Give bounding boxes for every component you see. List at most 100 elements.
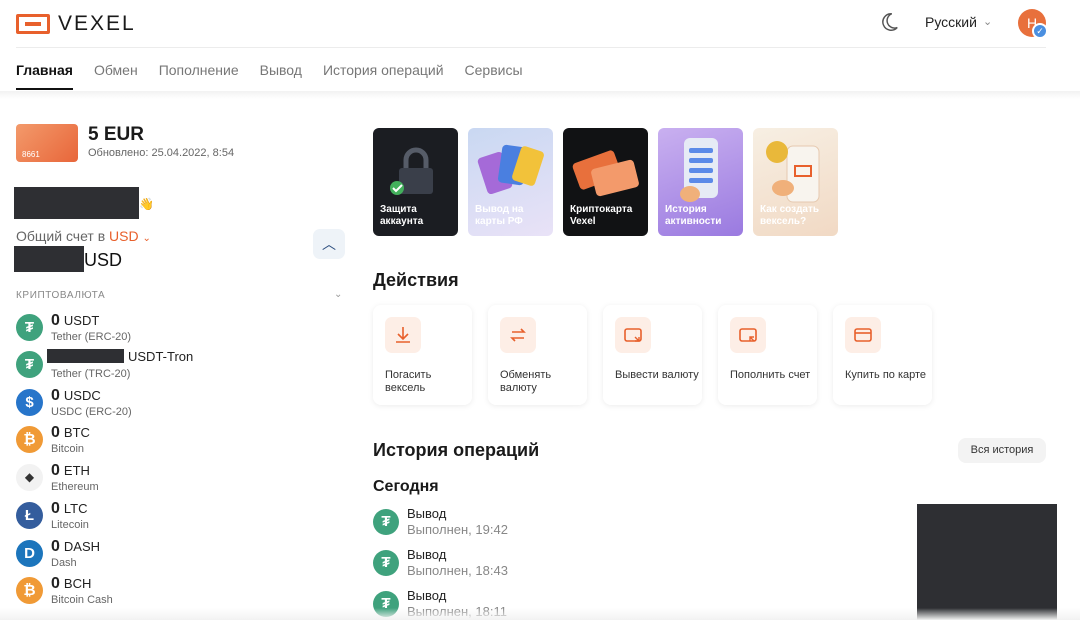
tab-services[interactable]: Сервисы [465, 62, 523, 90]
card-number: 8661 [22, 150, 40, 159]
exchange-icon [500, 317, 536, 353]
coin-balance: 0 USDC [51, 387, 101, 404]
lock-icon [390, 147, 433, 195]
coin-balance: 0 BTC [51, 424, 90, 441]
bitcoin-icon: ₿ [16, 426, 43, 453]
tether-icon: ₮ [16, 351, 43, 378]
bitcoin-cash-icon: ₿ [16, 577, 43, 604]
coin-network: Ethereum [51, 481, 99, 493]
coin-row-usdc[interactable]: $ 0 USDC USDC (ERC-20) [16, 387, 346, 421]
action-repay-bill-button[interactable]: Погасить вексель [373, 305, 472, 405]
coin-row-ltc[interactable]: Ł 0 LTC Litecoin [16, 500, 346, 534]
history-item[interactable]: ₮ Вывод Выполнен, 19:42 [373, 506, 613, 540]
header-divider [16, 47, 1046, 48]
card-icon [845, 317, 881, 353]
usdc-icon: $ [16, 389, 43, 416]
vexel-logo-icon [16, 14, 50, 34]
litecoin-icon: Ł [16, 502, 43, 529]
coin-balance: USDT-Tron [128, 349, 194, 364]
dash-icon: D [16, 540, 43, 567]
action-label: Обменять валюту [500, 369, 552, 394]
tab-withdraw[interactable]: Вывод [260, 62, 302, 90]
coin-row-dash[interactable]: D 0 DASH Dash [16, 538, 346, 572]
history-today-heading: Сегодня [373, 478, 439, 495]
crypto-section-caption: КРИПТОВАЛЮТА [16, 290, 106, 301]
coin-network: Tether (ERC-20) [51, 331, 132, 343]
tether-icon: ₮ [373, 509, 399, 535]
credit-card-icon [572, 150, 639, 197]
action-exchange-button[interactable]: Обменять валюту [488, 305, 587, 405]
account-currency[interactable]: USD [109, 228, 139, 244]
main-nav: Главная Обмен Пополнение Вывод История о… [16, 62, 544, 90]
nav-shadow [0, 91, 1080, 99]
tab-history[interactable]: История операций [323, 62, 444, 90]
coin-row-usdt[interactable]: ₮ 0 USDT Tether (ERC-20) [16, 312, 346, 346]
story-activity-history[interactable]: История активности [658, 128, 743, 236]
account-currency-label[interactable]: Общий счет в USD ⌄ [16, 228, 151, 244]
redacted-amount [47, 349, 124, 363]
verified-badge-icon: ✓ [1032, 23, 1048, 39]
all-history-button[interactable]: Вся история [958, 438, 1046, 463]
collapse-button[interactable]: ︿ [313, 229, 345, 259]
coin-row-eth[interactable]: ◆ 0 ETH Ethereum [16, 462, 346, 496]
vexel-logo[interactable]: VEXEL [16, 12, 136, 36]
logo-text: VEXEL [58, 12, 136, 35]
tab-exchange[interactable]: Обмен [94, 62, 138, 90]
story-label: Защита аккаунта [380, 204, 424, 227]
redacted-username [14, 187, 139, 219]
redacted-total-amount [14, 246, 84, 272]
ethereum-icon: ◆ [16, 464, 43, 491]
chevron-down-icon[interactable]: ⌄ [983, 15, 992, 28]
actions-title: Действия [373, 270, 459, 290]
download-icon [385, 317, 421, 353]
coin-network: Bitcoin [51, 443, 85, 455]
top-bar: VEXEL Русский ⌄ Н ✓ [0, 0, 1080, 48]
coin-balance: 0 BCH [51, 575, 92, 592]
op-status: Выполнен, 19:42 [407, 522, 508, 537]
action-label: Пополнить счет [730, 369, 811, 381]
account-label-text: Общий счет в [16, 228, 106, 244]
coin-row-btc[interactable]: ₿ 0 BTC Bitcoin [16, 424, 346, 458]
phone-coin-icon [766, 141, 820, 203]
coin-row-usdt-tron[interactable]: ₮ USDT-Tron Tether (TRC-20) [16, 349, 346, 383]
coin-network: USDC (ERC-20) [51, 406, 132, 418]
story-create-bill[interactable]: Как создать вексель? [753, 128, 838, 236]
coin-balance: 0 USDT [51, 312, 100, 329]
action-buy-card-button[interactable]: Купить по карте [833, 305, 932, 405]
cards-icon [477, 144, 544, 195]
coin-balance: 0 DASH [51, 538, 101, 555]
language-selector[interactable]: Русский [925, 14, 977, 30]
wave-emoji-icon: 👋 [139, 197, 154, 211]
action-deposit-button[interactable]: Пополнить счет [718, 305, 817, 405]
chevron-down-icon[interactable]: ⌄ [334, 289, 342, 300]
tab-deposit[interactable]: Пополнение [159, 62, 239, 90]
story-crypto-card[interactable]: Криптокарта Vexel [563, 128, 648, 236]
op-status: Выполнен, 18:43 [407, 563, 508, 578]
action-withdraw-button[interactable]: Вывести валюту [603, 305, 702, 405]
story-withdraw-rf-cards[interactable]: Вывод на карты РФ [468, 128, 553, 236]
story-label: Криптокарта Vexel [570, 204, 633, 227]
tab-home[interactable]: Главная [16, 62, 73, 90]
coin-balance: 0 LTC [51, 500, 88, 517]
story-label: Как создать вексель? [760, 204, 820, 227]
coin-balance: 0 ETH [51, 462, 90, 479]
coin-network: Dash [51, 557, 77, 569]
tether-icon: ₮ [373, 550, 399, 576]
story-account-protection[interactable]: Защита аккаунта [373, 128, 458, 236]
op-title: Вывод [407, 547, 447, 562]
coin-network: Tether (TRC-20) [51, 368, 131, 380]
action-label: Купить по карте [845, 369, 927, 381]
wallet-out-icon [615, 317, 651, 353]
balance-updated: Обновлено: 25.04.2022, 8:54 [88, 147, 235, 159]
story-label: Вывод на карты РФ [475, 204, 524, 227]
account-total-currency: USD [84, 250, 123, 270]
chevron-down-icon[interactable]: ⌄ [143, 233, 151, 244]
action-label: Погасить вексель [385, 369, 432, 394]
coin-network: Litecoin [51, 519, 89, 531]
history-item[interactable]: ₮ Вывод Выполнен, 18:43 [373, 547, 613, 581]
tether-icon: ₮ [16, 314, 43, 341]
history-title: История операций [373, 440, 540, 460]
dark-mode-moon-icon[interactable] [878, 11, 900, 33]
chevron-up-icon: ︿ [322, 236, 336, 252]
coin-row-bch[interactable]: ₿ 0 BCH Bitcoin Cash [16, 575, 346, 609]
